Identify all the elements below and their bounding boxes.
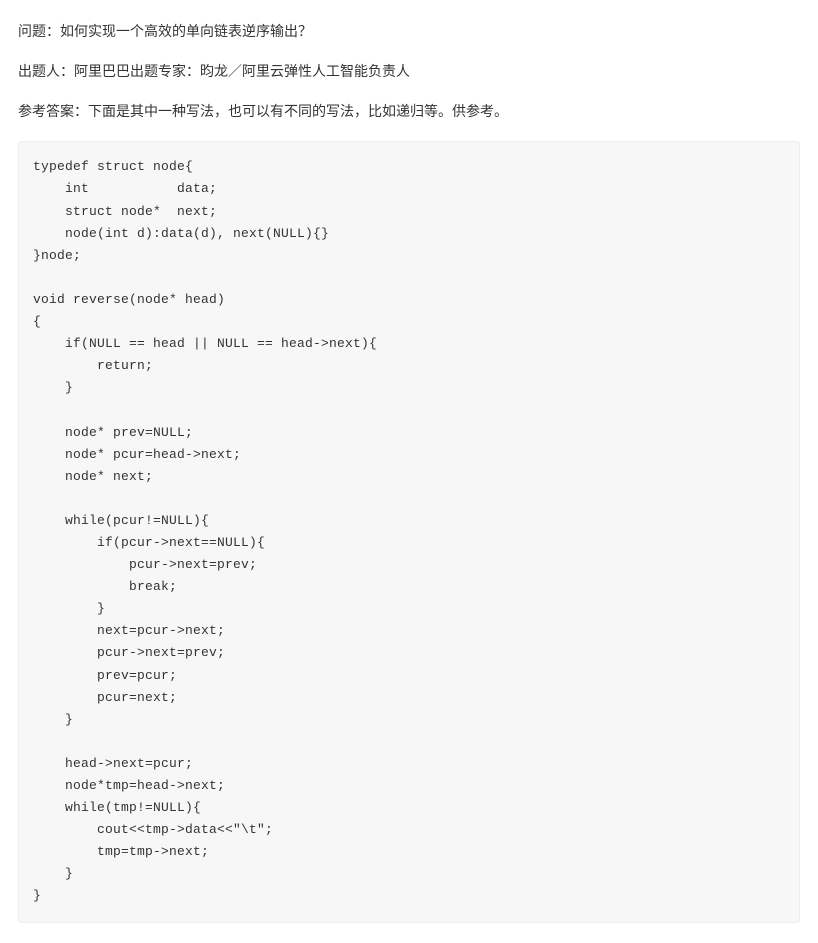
code-block: typedef struct node{ int data; struct no… [18, 141, 800, 922]
answer-line: 参考答案：下面是其中一种写法，也可以有不同的写法，比如递归等。供参考。 [18, 100, 800, 124]
answer-text: 下面是其中一种写法，也可以有不同的写法，比如递归等。供参考。 [88, 103, 508, 119]
author-text: 阿里巴巴出题专家：昀龙／阿里云弹性人工智能负责人 [74, 63, 410, 79]
question-line: 问题：如何实现一个高效的单向链表逆序输出？ [18, 20, 800, 44]
author-label: 出题人： [18, 63, 74, 79]
question-label: 问题： [18, 23, 60, 39]
author-line: 出题人：阿里巴巴出题专家：昀龙／阿里云弹性人工智能负责人 [18, 60, 800, 84]
answer-label: 参考答案： [18, 103, 88, 119]
question-text: 如何实现一个高效的单向链表逆序输出？ [60, 23, 312, 39]
